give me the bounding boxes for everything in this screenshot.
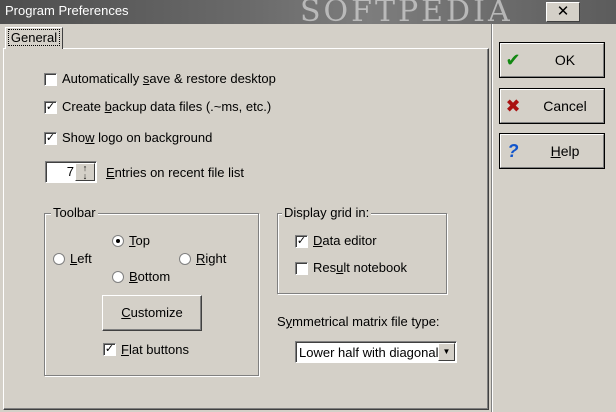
cancel-button[interactable]: ✖ Cancel — [499, 88, 605, 124]
ok-label: OK — [554, 52, 576, 68]
display-grid-title: Display grid in: — [282, 205, 372, 220]
recent-files-label: Entries on recent file list — [106, 165, 245, 180]
toolbar-top-label: Top — [129, 233, 150, 248]
flat-buttons-label: Flat buttons — [121, 342, 189, 357]
matrix-type-label: Symmetrical matrix file type: — [277, 314, 440, 329]
watermark: SOFTPEDIA — [300, 0, 513, 24]
matrix-type-value: Lower half with diagonal — [299, 345, 439, 360]
flat-buttons-checkbox[interactable]: ✓ — [103, 343, 116, 356]
data-editor-checkbox[interactable]: ✓ — [295, 235, 308, 248]
customize-button[interactable]: Customize — [102, 295, 202, 331]
tab-general[interactable]: General — [5, 27, 63, 49]
auto-save-label: Automatically save & restore desktop — [62, 71, 276, 86]
result-notebook-checkbox[interactable] — [295, 262, 308, 275]
vertical-divider — [491, 24, 493, 412]
help-label: Help — [550, 143, 580, 159]
toolbar-bottom-label: Bottom — [129, 269, 171, 284]
check-icon: ✔ — [505, 50, 521, 70]
close-button[interactable]: ✕ — [546, 2, 580, 22]
result-notebook-label: Result notebook — [313, 260, 407, 275]
show-logo-checkbox[interactable]: ✓ — [44, 132, 57, 145]
recent-files-value: 7 — [66, 164, 74, 179]
matrix-type-select[interactable]: Lower half with diagonal ▼ — [295, 341, 457, 363]
x-icon: ✖ — [505, 96, 521, 116]
question-icon: ? — [507, 141, 519, 161]
toolbar-right-label: Right — [196, 251, 227, 266]
show-logo-label: Show logo on background — [62, 130, 213, 145]
toolbar-top-radio[interactable] — [112, 235, 124, 247]
title-bar: Program Preferences SOFTPEDIA ✕ — [0, 0, 616, 24]
backup-checkbox[interactable]: ✓ — [44, 101, 57, 114]
toolbar-left-radio[interactable] — [53, 253, 65, 265]
customize-label: Customize — [121, 305, 183, 320]
chevron-down-icon[interactable]: ▼ — [438, 343, 455, 361]
help-button[interactable]: ? Help — [499, 133, 605, 169]
cancel-label: Cancel — [543, 98, 587, 114]
recent-files-spinner[interactable]: 7 ↑ ↓ — [45, 161, 97, 183]
close-icon: ✕ — [556, 3, 570, 20]
toolbar-right-radio[interactable] — [179, 253, 191, 265]
display-grid-group: Display grid in: — [277, 205, 447, 294]
data-editor-label: Data editor — [313, 233, 377, 248]
spinner-arrows-icon[interactable]: ↑ ↓ — [75, 163, 95, 181]
toolbar-bottom-radio[interactable] — [112, 271, 124, 283]
auto-save-checkbox[interactable] — [44, 73, 57, 86]
ok-button[interactable]: ✔ OK — [499, 42, 605, 78]
tab-general-label: General — [7, 29, 61, 46]
backup-label: Create backup data files (.~ms, etc.) — [62, 99, 272, 114]
toolbar-left-label: Left — [70, 251, 92, 266]
window-title: Program Preferences — [5, 3, 129, 18]
toolbar-group-title: Toolbar — [51, 205, 98, 220]
